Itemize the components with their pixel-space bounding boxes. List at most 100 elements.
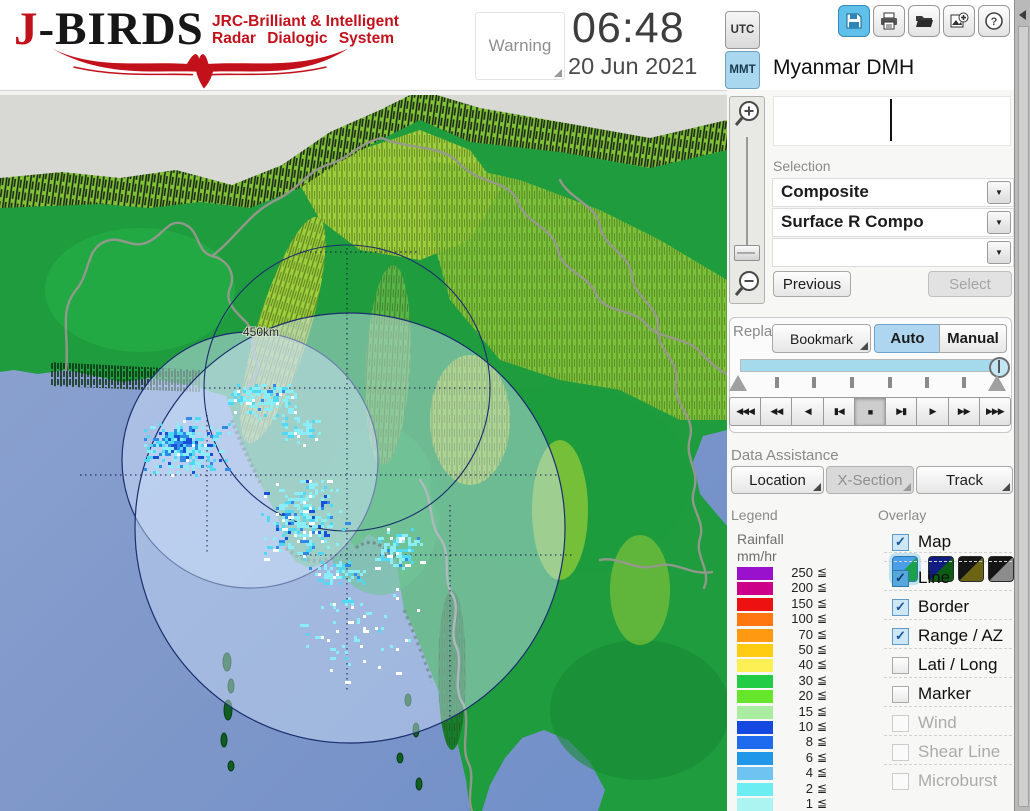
step-forward-button[interactable]: ▶▮ — [885, 397, 917, 426]
jump-start-button[interactable]: ◀◀◀ — [729, 397, 761, 426]
checkbox[interactable]: ✓ — [892, 570, 909, 587]
fast-forward-button[interactable]: ▶▶ — [948, 397, 980, 426]
legend-swatch — [737, 767, 773, 780]
chevron-down-icon[interactable]: ▼ — [987, 181, 1011, 204]
checkbox[interactable] — [892, 657, 909, 674]
legend-lte-symbol: ≦ — [817, 796, 827, 810]
save-button[interactable] — [838, 5, 870, 37]
location-button[interactable]: Location — [731, 466, 824, 494]
legend-value: 150 — [773, 596, 813, 611]
svg-text:?: ? — [991, 16, 998, 28]
message-box[interactable] — [773, 96, 1011, 146]
checkbox[interactable] — [892, 715, 909, 732]
overlay-item-microburst[interactable]: Microburst — [884, 770, 1014, 792]
row-separator — [884, 648, 1012, 649]
auto-button[interactable]: Auto — [874, 324, 941, 353]
selection-label: Selection — [773, 158, 831, 174]
previous-button[interactable]: Previous — [773, 271, 851, 297]
selection-dropdown-2[interactable]: ▼ — [772, 238, 1014, 267]
overlay-options: ✓Map✓Line✓Border✓Range / AZLati / LongMa… — [884, 531, 1014, 811]
transport-controls: ◀◀◀◀◀◀▮◀■▶▮▶▶▶▶▶▶ — [729, 397, 1011, 426]
legend-value: 10 — [773, 719, 813, 734]
checkbox[interactable]: ✓ — [892, 599, 909, 616]
legend-lte-symbol: ≦ — [817, 750, 827, 764]
jbirds-app: 450km J-BIRDS JRC-Brilliant & Intelligen… — [0, 0, 1030, 811]
organization-name: Myanmar DMH — [773, 56, 914, 80]
manual-button[interactable]: Manual — [939, 324, 1007, 353]
chevron-down-icon[interactable]: ▼ — [987, 241, 1011, 264]
slider-tick — [850, 377, 854, 388]
selection-dropdown-0[interactable]: Composite▼ — [772, 178, 1014, 207]
checkbox[interactable]: ✓ — [892, 534, 909, 551]
legend-lte-symbol: ≦ — [817, 734, 827, 748]
print-button[interactable] — [873, 5, 905, 37]
radar-map[interactable]: 450km — [0, 90, 727, 811]
range-end-marker[interactable] — [988, 375, 1006, 391]
replay-slider-track[interactable] — [740, 359, 998, 372]
step-back-button[interactable]: ▮◀ — [823, 397, 855, 426]
chevron-down-icon[interactable]: ▼ — [987, 211, 1011, 234]
play-reverse-button[interactable]: ◀ — [791, 397, 823, 426]
stop-button[interactable]: ■ — [854, 397, 886, 426]
slider-tick — [812, 377, 816, 388]
overlay-item-border[interactable]: ✓Border — [884, 596, 1014, 618]
legend-lte-symbol: ≦ — [817, 596, 827, 610]
range-ring-label: 450km — [243, 325, 279, 339]
scrollbar-thumb[interactable] — [1018, 26, 1029, 807]
eagle-logo-icon — [8, 44, 392, 90]
overlay-item-label: Marker — [918, 684, 971, 704]
help-button[interactable]: ? — [978, 5, 1010, 37]
range-start-marker[interactable] — [729, 375, 747, 391]
legend-value: 15 — [773, 704, 813, 719]
overlay-item-label: Microburst — [918, 771, 997, 791]
jump-end-button[interactable]: ▶▶▶ — [979, 397, 1011, 426]
top-bar: J-BIRDS JRC-Brilliant & IntelligentRadar… — [0, 0, 1030, 91]
track-button[interactable]: Track — [916, 466, 1013, 494]
legend-lte-symbol: ≦ — [817, 611, 827, 625]
panel-scrollbar[interactable] — [1014, 0, 1030, 811]
select-button[interactable]: Select — [928, 271, 1012, 297]
timezone-toggle: UTCMMT — [725, 11, 760, 91]
timezone-mmt-button[interactable]: MMT — [725, 51, 760, 89]
play-button[interactable]: ▶ — [916, 397, 948, 426]
rainfall-legend: Rainfall mm/hr 250≦200≦150≦100≦70≦50≦40≦… — [735, 531, 835, 811]
bookmark-button[interactable]: Bookmark — [772, 324, 871, 353]
legend-lte-symbol: ≦ — [817, 565, 827, 579]
legend-lte-symbol: ≦ — [817, 627, 827, 641]
overlay-item-range-az[interactable]: ✓Range / AZ — [884, 625, 1014, 647]
legend-swatch — [737, 613, 773, 626]
legend-swatch — [737, 598, 773, 611]
timezone-utc-button[interactable]: UTC — [725, 11, 760, 49]
overlay-item-label: Lati / Long — [918, 655, 997, 675]
overlay-item-marker[interactable]: Marker — [884, 683, 1014, 705]
legend-swatch — [737, 675, 773, 688]
zoom-out-icon[interactable] — [733, 269, 761, 299]
overlay-item-shear-line[interactable]: Shear Line — [884, 741, 1014, 763]
legend-swatch — [737, 721, 773, 734]
add-image-button[interactable] — [943, 5, 975, 37]
checkbox[interactable]: ✓ — [892, 628, 909, 645]
slider-tick — [925, 377, 929, 388]
fast-rewind-button[interactable]: ◀◀ — [760, 397, 792, 426]
overlay-item-lati-long[interactable]: Lati / Long — [884, 654, 1014, 676]
legend-lte-symbol: ≦ — [817, 688, 827, 702]
overlay-item-map[interactable]: ✓Map — [884, 531, 1014, 553]
zoom-in-icon[interactable] — [733, 99, 761, 129]
warning-button[interactable]: Warning — [475, 12, 565, 80]
legend-value: 250 — [773, 565, 813, 580]
collapse-arrow-icon[interactable] — [1019, 10, 1026, 20]
overlay-item-label: Line — [918, 568, 950, 588]
legend-swatch — [737, 736, 773, 749]
overlay-item-wind[interactable]: Wind — [884, 712, 1014, 734]
row-separator — [884, 552, 1012, 553]
overlay-item-line[interactable]: ✓ Line — [884, 567, 1014, 589]
checkbox[interactable] — [892, 686, 909, 703]
zoom-slider-track[interactable] — [746, 137, 748, 259]
checkbox[interactable] — [892, 744, 909, 761]
zoom-slider-thumb[interactable] — [734, 245, 760, 261]
selection-dropdown-1[interactable]: Surface R Compo▼ — [772, 208, 1014, 237]
text-caret — [890, 99, 892, 141]
checkbox[interactable] — [892, 773, 909, 790]
open-button[interactable] — [908, 5, 940, 37]
x-section-button[interactable]: X-Section — [826, 466, 914, 494]
